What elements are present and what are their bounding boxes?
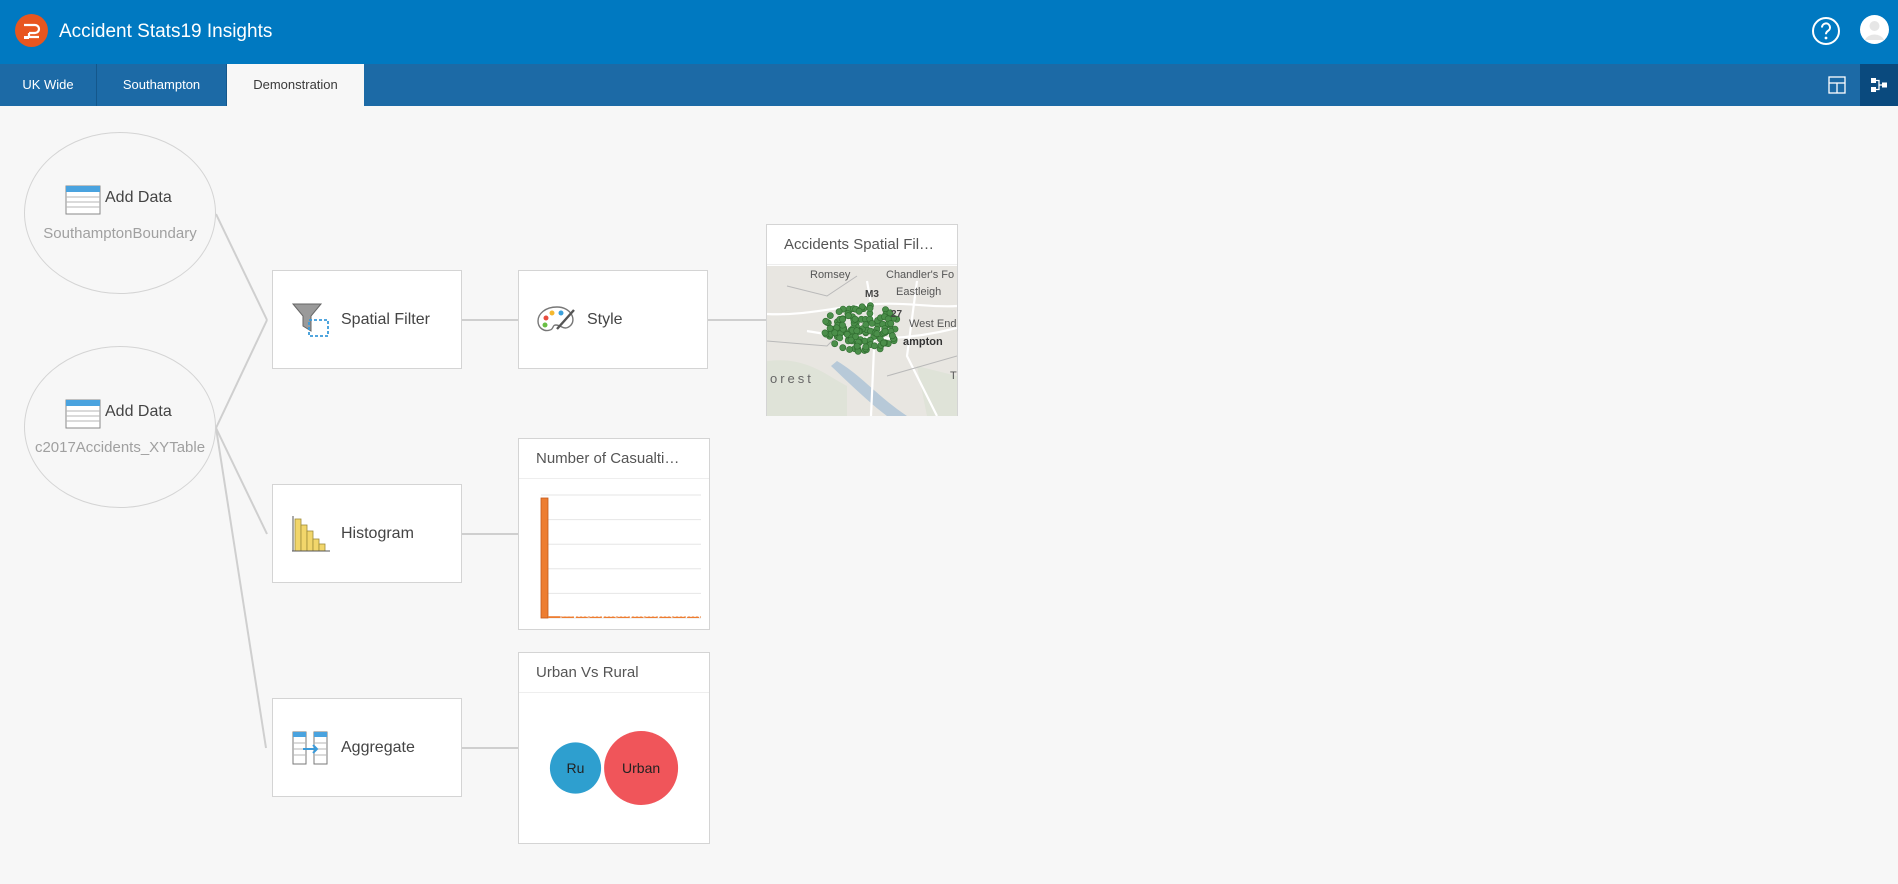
accident-point: [839, 321, 846, 329]
accident-point: [862, 343, 870, 351]
accident-point: [835, 308, 843, 315]
map-label-eastleigh: Eastleigh: [896, 286, 942, 298]
page-view-button[interactable]: [1818, 64, 1856, 106]
histogram-chart-svg: [540, 494, 701, 619]
app-header: Accident Stats19 Insights: [0, 0, 1898, 64]
accident-point: [889, 332, 896, 340]
node-label: Add Data: [105, 189, 172, 206]
accident-point: [853, 327, 861, 335]
map-label-junction: 27: [891, 309, 903, 320]
accident-point: [881, 327, 889, 335]
analysis-view-button[interactable]: [1860, 64, 1898, 106]
accident-point: [887, 320, 895, 327]
accident-point: [831, 340, 839, 348]
tab-southampton[interactable]: Southampton: [97, 64, 227, 106]
accident-point: [844, 312, 852, 320]
bubble-chart: Ru Urban: [519, 694, 709, 844]
style-node[interactable]: Style: [518, 270, 708, 369]
histogram-bar[interactable]: [645, 616, 658, 618]
histogram-bar[interactable]: [673, 616, 686, 618]
map-label-forest: orest: [770, 371, 814, 386]
map-label-west-end: West End: [909, 318, 957, 330]
add-data-accidents-table[interactable]: Add Data c2017Accidents_XYTable: [24, 346, 216, 508]
accident-point: [880, 339, 887, 347]
bubble-label: Ru: [567, 760, 585, 776]
map-label-m3: M3: [865, 289, 879, 300]
insights-logo-icon[interactable]: [15, 14, 48, 47]
accident-point: [821, 329, 829, 337]
accident-point: [839, 344, 847, 352]
app-title: Accident Stats19 Insights: [59, 21, 273, 42]
tab-demonstration[interactable]: Demonstration: [227, 64, 364, 106]
map-card[interactable]: Accidents Spatial Fil… Romsey Chandler's…: [766, 224, 958, 416]
accident-point: [862, 321, 870, 329]
accident-point: [836, 334, 844, 342]
node-label: Aggregate: [341, 739, 415, 756]
tab-uk-wide[interactable]: UK Wide: [0, 64, 97, 106]
palette-icon: [537, 306, 575, 332]
analysis-view-icon: [1871, 78, 1887, 92]
table-icon: [65, 185, 101, 215]
analysis-canvas: Add Data SouthamptonBoundary Add Data c2…: [0, 106, 1898, 884]
dataset-name: SouthamptonBoundary: [43, 225, 197, 242]
card-title: Accidents Spatial Fil…: [767, 225, 957, 265]
bubble-chart-svg: Ru Urban: [549, 731, 679, 805]
card-title: Number of Casualti…: [519, 439, 709, 479]
accident-point: [831, 329, 839, 337]
accident-point: [822, 317, 830, 325]
map-label-southampton: ampton: [903, 336, 943, 348]
map-label-romsey: Romsey: [810, 269, 851, 281]
aggregate-node[interactable]: Aggregate: [272, 698, 462, 797]
dataset-name: c2017Accidents_XYTable: [34, 439, 206, 456]
accident-point: [871, 342, 878, 350]
histogram-bar[interactable]: [540, 497, 549, 619]
user-avatar-icon[interactable]: [1860, 15, 1889, 44]
node-label: Add Data: [105, 403, 172, 420]
accident-point: [853, 342, 861, 350]
histogram-chart: [519, 480, 709, 630]
histogram-node[interactable]: Histogram: [272, 484, 462, 583]
spatial-filter-node[interactable]: Spatial Filter: [272, 270, 462, 369]
map-thumbnail: Romsey Chandler's Fo Eastleigh M3 27 Wes…: [767, 266, 957, 416]
add-data-southampton-boundary[interactable]: Add Data SouthamptonBoundary: [24, 132, 216, 294]
histogram-icon: [292, 516, 330, 552]
urban-rural-card[interactable]: Urban Vs Rural Ru Urban: [518, 652, 710, 844]
histogram-bar[interactable]: [617, 616, 630, 618]
accident-point: [855, 307, 863, 315]
page-tab-bar: UK Wide Southampton Demonstration: [0, 64, 1898, 106]
accident-point: [846, 346, 853, 353]
accident-point: [868, 320, 876, 327]
histogram-bar[interactable]: [589, 616, 602, 618]
accident-point: [873, 330, 881, 338]
spatial-filter-icon: [291, 303, 329, 337]
table-icon: [65, 399, 101, 429]
accident-point: [839, 315, 846, 323]
map-label-chandlers-ford: Chandler's Fo: [886, 269, 955, 281]
card-title: Urban Vs Rural: [519, 653, 709, 693]
node-label: Style: [587, 311, 623, 328]
node-label: Histogram: [341, 525, 414, 542]
histogram-card[interactable]: Number of Casualti…: [518, 438, 710, 630]
help-icon[interactable]: [1811, 16, 1841, 46]
accident-point: [851, 315, 859, 323]
node-label: Spatial Filter: [341, 311, 430, 328]
aggregate-icon: [292, 731, 328, 765]
accident-point: [866, 305, 874, 312]
accident-point: [826, 324, 834, 332]
accident-point: [847, 336, 855, 344]
page-view-icon: [1828, 76, 1846, 94]
map-label-t: T: [950, 370, 957, 382]
accident-point: [826, 312, 834, 319]
bubble-label: Urban: [622, 760, 660, 776]
